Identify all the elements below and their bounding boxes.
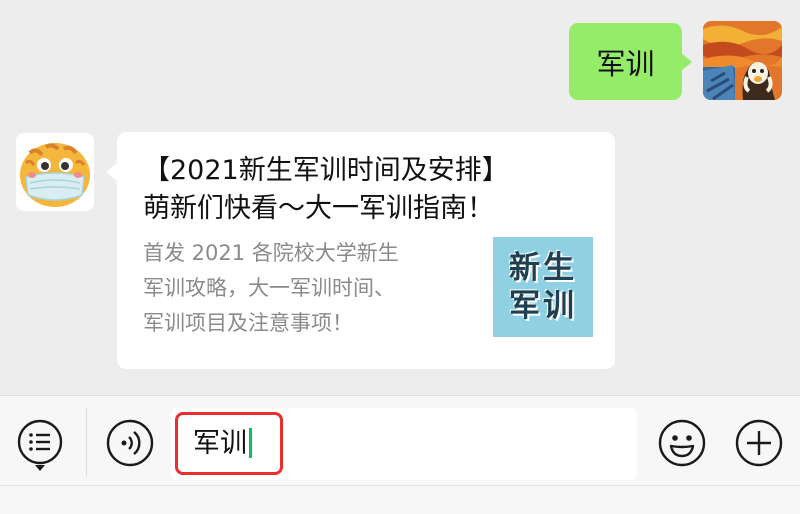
article-share-card[interactable]: 【2021新生军训时间及安排】 萌新们快看～大一军训指南！ 首发 2021 各院… [117, 132, 615, 369]
article-description-line: 首发 2021 各院校大学新生 [143, 241, 399, 265]
list-menu-icon[interactable] [14, 417, 66, 473]
message-input-bar: 军训 [0, 395, 800, 486]
voice-icon[interactable] [105, 418, 155, 468]
typed-text: 军训 [193, 428, 247, 459]
contact-avatar-image [16, 133, 94, 211]
self-avatar-image [703, 21, 782, 100]
chat-area: 军训 【2021新生军训时间及安排】 萌新们快看～大一军训指南！ 首发 2021… [0, 0, 800, 395]
self-avatar[interactable] [703, 21, 782, 100]
contact-avatar[interactable] [16, 133, 94, 211]
text-cursor [249, 428, 252, 458]
outgoing-bubble-tail [681, 53, 692, 71]
typed-text-container: 军训 [193, 428, 252, 460]
input-bar-divider [86, 408, 87, 476]
outgoing-message-text: 军训 [596, 46, 655, 81]
bottom-separator [0, 485, 800, 486]
emoji-icon[interactable] [657, 418, 707, 468]
article-description-line: 军训攻略，大一军训时间、 [143, 276, 395, 300]
incoming-bubble-tail [106, 163, 117, 181]
article-description-line: 军训项目及注意事项！ [143, 311, 353, 335]
bottom-safe-area [0, 485, 800, 514]
article-thumbnail: 新生 军训 [493, 237, 593, 337]
article-description: 首发 2021 各院校大学新生 军训攻略，大一军训时间、 军训项目及注意事项！ [143, 236, 463, 341]
article-title: 【2021新生军训时间及安排】 萌新们快看～大一军训指南！ [143, 152, 603, 228]
message-input-field[interactable]: 军训 [171, 408, 637, 480]
thumbnail-text-line: 新生 [509, 250, 577, 286]
plus-icon[interactable] [734, 418, 784, 468]
article-title-line: 【2021新生军训时间及安排】 [143, 155, 509, 186]
article-title-line: 萌新们快看～大一军训指南！ [143, 193, 494, 224]
thumbnail-text-line: 军训 [509, 288, 577, 324]
outgoing-message-bubble[interactable]: 军训 [569, 23, 682, 100]
